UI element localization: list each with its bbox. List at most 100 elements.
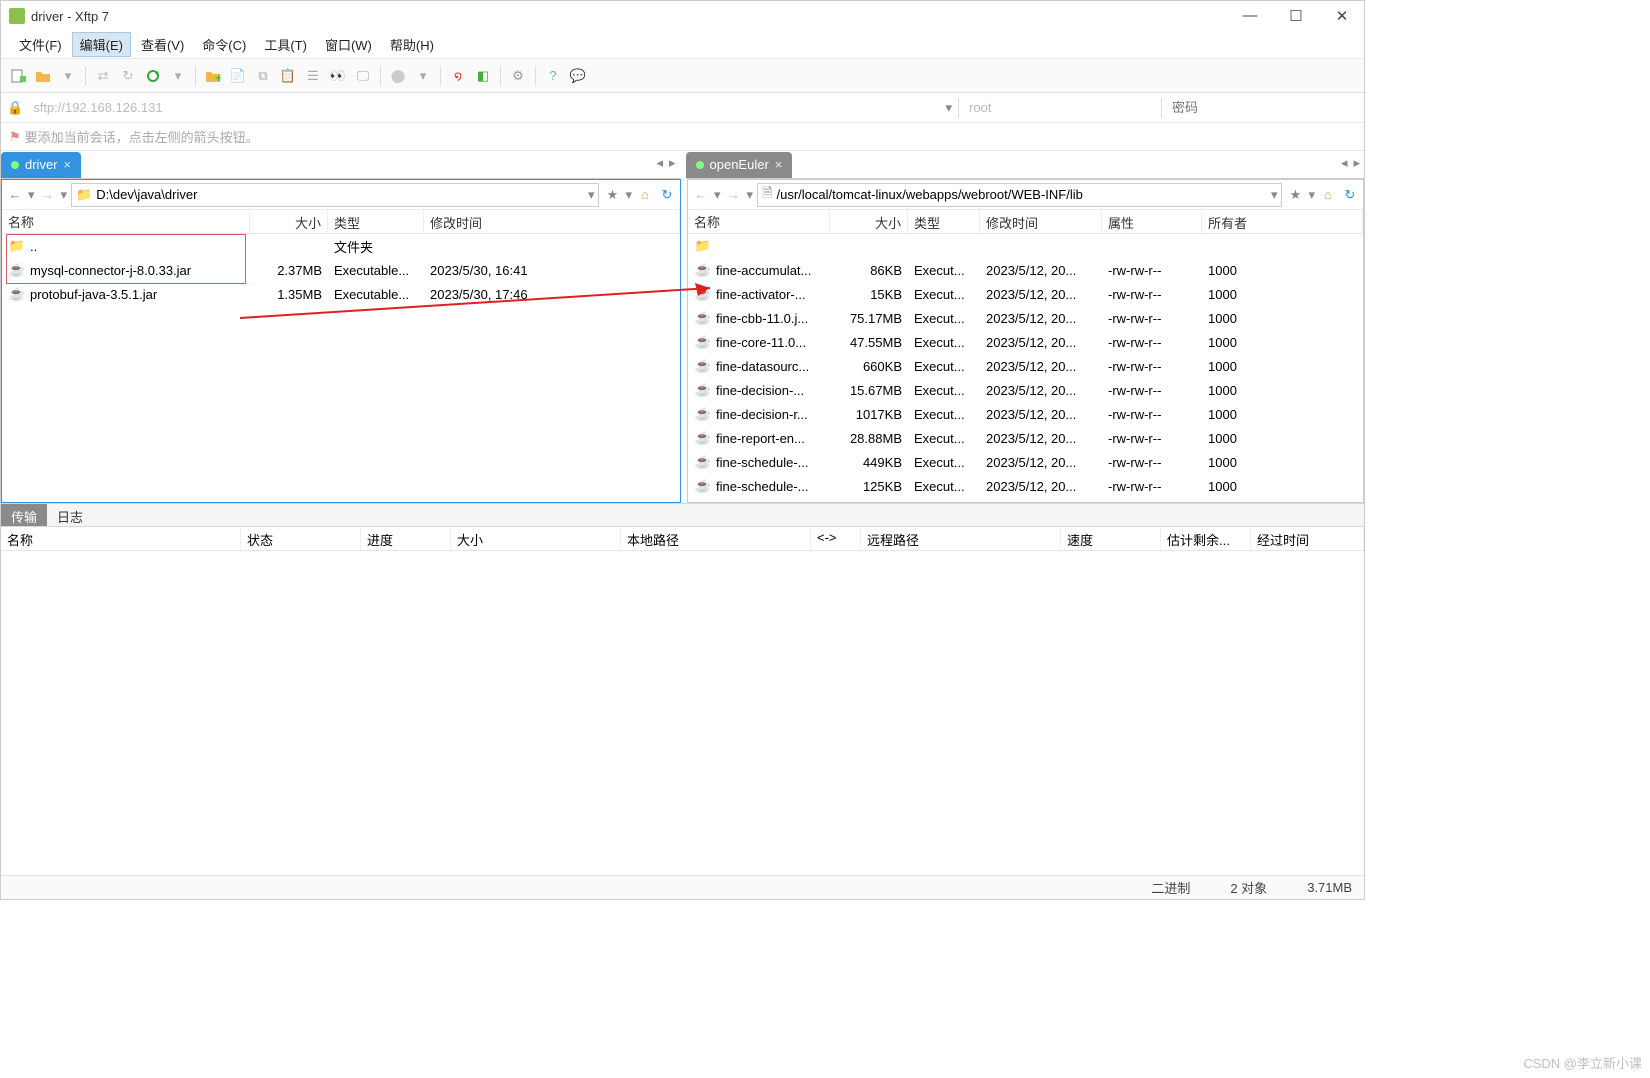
col-remain[interactable]: 估计剩余...	[1161, 527, 1251, 550]
home-icon[interactable]: ⌂	[636, 187, 654, 202]
col-name[interactable]: 名称	[2, 210, 250, 233]
forward-icon[interactable]: →	[39, 187, 57, 202]
dropdown-icon[interactable]: ▾	[57, 65, 79, 87]
col-size[interactable]: 大小	[451, 527, 621, 550]
open-folder-icon[interactable]	[32, 65, 54, 87]
file-row[interactable]: ☕fine-report-en...28.88MBExecut...2023/5…	[688, 426, 1363, 450]
file-row[interactable]: ☕fine-accumulat...86KBExecut...2023/5/12…	[688, 258, 1363, 282]
stop-icon[interactable]: ⬤	[387, 65, 409, 87]
col-arrow[interactable]: <->	[811, 527, 861, 550]
gear-icon[interactable]: ⚙	[507, 65, 529, 87]
menu-edit[interactable]: 编辑(E)	[72, 32, 131, 57]
copy-icon[interactable]: ⧉	[252, 65, 274, 87]
file-row[interactable]: ☕fine-core-11.0...47.55MBExecut...2023/5…	[688, 330, 1363, 354]
menu-tools[interactable]: 工具(T)	[256, 32, 315, 57]
new-file-icon[interactable]	[7, 65, 29, 87]
tab-openeuler[interactable]: openEuler ×	[686, 152, 793, 178]
chat-icon[interactable]: 💬	[567, 65, 589, 87]
home-icon[interactable]: ⌂	[1319, 187, 1337, 202]
dropdown-icon[interactable]: ▾	[412, 65, 434, 87]
refresh-icon[interactable]	[142, 65, 164, 87]
dropdown-icon[interactable]: ▾	[625, 187, 632, 203]
menu-window[interactable]: 窗口(W)	[317, 32, 380, 57]
dropdown-icon[interactable]: ▾	[714, 187, 721, 203]
preview-icon[interactable]: 👀	[327, 65, 349, 87]
file-row[interactable]: ☕fine-decision-...15.67MBExecut...2023/5…	[688, 378, 1363, 402]
forward-icon[interactable]: →	[725, 187, 743, 202]
file-row[interactable]: ☕fine-swift-log-...2.26MBExecut...2023/5…	[688, 498, 1363, 502]
dropdown-icon[interactable]: ▾	[588, 187, 595, 203]
xshell-icon[interactable]: ◧	[472, 65, 494, 87]
refresh-icon[interactable]: ↻	[658, 187, 676, 203]
col-status[interactable]: 状态	[241, 527, 361, 550]
tab-transfer[interactable]: 传输	[1, 504, 47, 526]
menu-help[interactable]: 帮助(H)	[382, 32, 442, 57]
dropdown-icon[interactable]: ▾	[1308, 187, 1315, 203]
link-icon[interactable]: ⇄	[92, 65, 114, 87]
close-button[interactable]: ✕	[1328, 7, 1356, 25]
file-row[interactable]: ☕fine-cbb-11.0.j...75.17MBExecut...2023/…	[688, 306, 1363, 330]
col-remote[interactable]: 远程路径	[861, 527, 1061, 550]
screen-icon[interactable]: 🖵	[352, 65, 374, 87]
local-path-box[interactable]: 📁 D:\dev\java\driver ▾	[71, 183, 599, 207]
col-local[interactable]: 本地路径	[621, 527, 811, 550]
col-name[interactable]: 名称	[688, 210, 830, 233]
col-owner[interactable]: 所有者	[1202, 210, 1363, 233]
dropdown-icon[interactable]: ▾	[167, 65, 189, 87]
dropdown-icon[interactable]: ▾	[28, 187, 35, 203]
col-type[interactable]: 类型	[908, 210, 980, 233]
file-row[interactable]: ☕fine-datasourc...660KBExecut...2023/5/1…	[688, 354, 1363, 378]
dropdown-icon[interactable]: ▾	[747, 187, 754, 203]
dropdown-icon[interactable]: ▾	[1271, 187, 1278, 203]
col-progress[interactable]: 进度	[361, 527, 451, 550]
col-attr[interactable]: 属性	[1102, 210, 1202, 233]
url-input[interactable]	[29, 96, 939, 120]
paste-icon[interactable]: 📋	[277, 65, 299, 87]
sync-icon[interactable]: ↻	[117, 65, 139, 87]
file-row[interactable]: ☕mysql-connector-j-8.0.33.jar2.37MBExecu…	[2, 258, 680, 282]
tab-log[interactable]: 日志	[47, 504, 93, 526]
password-input[interactable]	[1168, 96, 1358, 120]
new-folder-icon[interactable]: +	[202, 65, 224, 87]
remote-path-box[interactable]: 🗎 /usr/local/tomcat-linux/webapps/webroo…	[757, 183, 1282, 207]
tab-next-icon[interactable]: ▸	[1353, 155, 1360, 171]
menu-view[interactable]: 查看(V)	[133, 32, 192, 57]
col-date[interactable]: 修改时间	[424, 210, 680, 233]
close-tab-icon[interactable]: ×	[775, 157, 783, 172]
list-icon[interactable]: ☰	[302, 65, 324, 87]
remote-file-list[interactable]: 📁 ☕fine-accumulat...86KBExecut...2023/5/…	[688, 234, 1363, 502]
refresh-icon[interactable]: ↻	[1341, 187, 1359, 203]
star-icon[interactable]: ★	[1286, 187, 1304, 203]
local-file-list[interactable]: 📁.. 文件夹 ☕mysql-connector-j-8.0.33.jar2.3…	[2, 234, 680, 502]
back-icon[interactable]: ←	[6, 187, 24, 202]
help-icon[interactable]: ?	[542, 65, 564, 87]
file-row[interactable]: ☕fine-schedule-...449KBExecut...2023/5/1…	[688, 450, 1363, 474]
col-name[interactable]: 名称	[1, 527, 241, 550]
file-row[interactable]: ☕fine-schedule-...125KBExecut...2023/5/1…	[688, 474, 1363, 498]
file-row[interactable]: ☕fine-activator-...15KBExecut...2023/5/1…	[688, 282, 1363, 306]
col-speed[interactable]: 速度	[1061, 527, 1161, 550]
close-tab-icon[interactable]: ×	[64, 157, 72, 172]
menu-commands[interactable]: 命令(C)	[194, 32, 254, 57]
dropdown-icon[interactable]: ▾	[61, 187, 68, 203]
parent-row[interactable]: 📁	[688, 234, 1363, 258]
col-size[interactable]: 大小	[830, 210, 908, 233]
col-size[interactable]: 大小	[250, 210, 328, 233]
back-icon[interactable]: ←	[692, 187, 710, 202]
file-row[interactable]: ☕fine-decision-r...1017KBExecut...2023/5…	[688, 402, 1363, 426]
tab-prev-icon[interactable]: ◂	[1341, 155, 1348, 171]
minimize-button[interactable]: —	[1236, 7, 1264, 25]
star-icon[interactable]: ★	[603, 187, 621, 203]
col-date[interactable]: 修改时间	[980, 210, 1102, 233]
transfer-list[interactable]	[1, 551, 1364, 875]
doc-icon[interactable]: 📄	[227, 65, 249, 87]
col-type[interactable]: 类型	[328, 210, 424, 233]
maximize-button[interactable]: ☐	[1282, 7, 1310, 25]
tab-driver[interactable]: driver ×	[1, 152, 81, 178]
swirl-icon[interactable]: ໑	[447, 65, 469, 87]
username-input[interactable]	[965, 96, 1155, 120]
tab-next-icon[interactable]: ▸	[669, 155, 676, 171]
col-elapsed[interactable]: 经过时间	[1251, 527, 1364, 550]
dropdown-icon[interactable]: ▾	[945, 100, 952, 116]
parent-row[interactable]: 📁.. 文件夹	[2, 234, 680, 258]
